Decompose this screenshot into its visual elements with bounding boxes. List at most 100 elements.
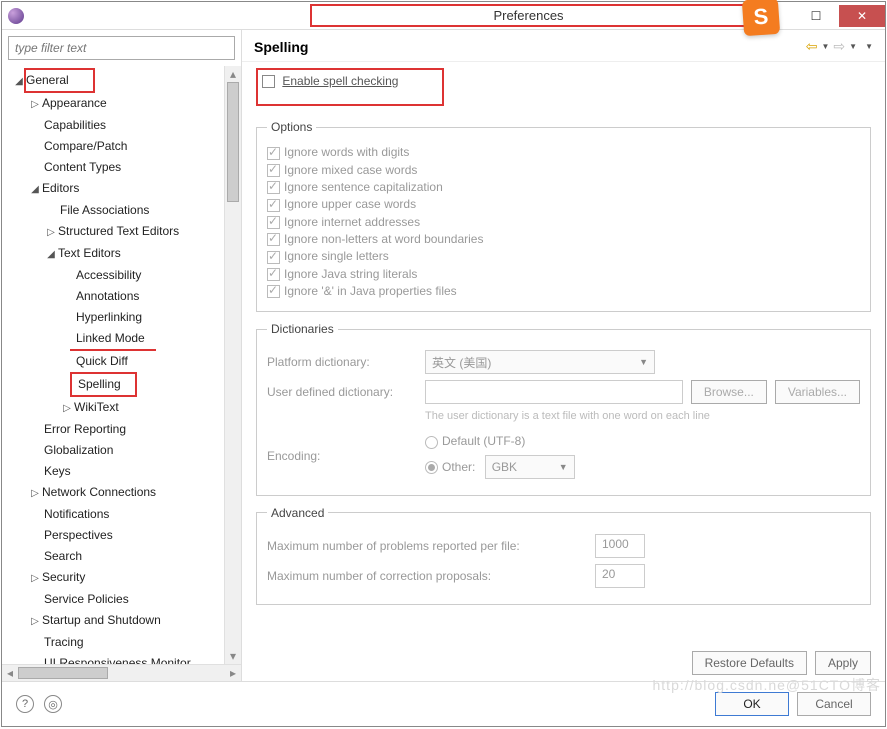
max-problems-label: Maximum number of problems reported per …	[267, 539, 587, 553]
ok-button[interactable]: OK	[715, 692, 789, 716]
opt-sentence-checkbox[interactable]	[267, 181, 280, 194]
opt-amp-checkbox[interactable]	[267, 285, 280, 298]
opt-mixed-label: Ignore mixed case words	[284, 163, 417, 177]
browse-button[interactable]: Browse...	[691, 380, 767, 404]
tree-globalization[interactable]: Globalization	[44, 443, 113, 457]
tree-linked-mode[interactable]: Linked Mode	[76, 331, 145, 345]
tree-struct-editors[interactable]: Structured Text Editors	[58, 224, 179, 238]
tree-compare[interactable]: Compare/Patch	[44, 139, 127, 153]
user-dict-input[interactable]	[425, 380, 683, 404]
opt-amp-label: Ignore '&' in Java properties files	[284, 284, 457, 298]
tree-general[interactable]: General	[26, 73, 69, 87]
user-dict-hint: The user dictionary is a text file with …	[425, 410, 860, 422]
chevron-down-icon: ▼	[559, 462, 568, 472]
opt-java-label: Ignore Java string literals	[284, 267, 417, 281]
tree-text-editors[interactable]: Text Editors	[58, 246, 121, 260]
chevron-down-icon: ▼	[639, 357, 648, 367]
help-icon[interactable]: ?	[16, 695, 34, 713]
tree-hyperlinking[interactable]: Hyperlinking	[76, 310, 142, 324]
enable-spell-checkbox[interactable]	[262, 75, 275, 88]
opt-nonletters-checkbox[interactable]	[267, 233, 280, 246]
nav-fwd-icon[interactable]: ⇨	[833, 38, 845, 55]
encoding-default-radio[interactable]	[425, 436, 438, 449]
tree-quick-diff[interactable]: Quick Diff	[76, 354, 128, 368]
window-title: Preferences	[310, 4, 747, 27]
advanced-group: Advanced Maximum number of problems repo…	[256, 506, 871, 605]
platform-dict-select[interactable]: 英文 (美国) ▼	[425, 350, 655, 374]
view-menu-icon[interactable]: ▼	[865, 42, 873, 51]
encoding-label: Encoding:	[267, 449, 417, 463]
tree-ui-responsiveness[interactable]: UI Responsiveness Monitor	[44, 656, 191, 664]
tree-perspectives[interactable]: Perspectives	[44, 528, 113, 542]
eclipse-icon	[8, 8, 24, 24]
opt-internet-label: Ignore internet addresses	[284, 215, 420, 229]
platform-dict-label: Platform dictionary:	[267, 355, 417, 369]
preferences-tree[interactable]: ◢General ▷Appearance Capabilities Compar…	[2, 66, 224, 664]
tree-hscrollbar[interactable]: ◂ ▸	[2, 664, 241, 681]
encoding-other-label: Other:	[442, 460, 475, 474]
tree-content-types[interactable]: Content Types	[44, 160, 121, 174]
tree-network[interactable]: Network Connections	[42, 485, 156, 499]
scroll-thumb-h[interactable]	[18, 667, 108, 679]
advanced-legend: Advanced	[267, 506, 328, 520]
tree-startup[interactable]: Startup and Shutdown	[42, 613, 161, 627]
tree-capabilities[interactable]: Capabilities	[44, 118, 106, 132]
tree-wikitext[interactable]: WikiText	[74, 400, 119, 414]
tree-spelling[interactable]: Spelling	[78, 377, 121, 391]
encoding-other-select[interactable]: GBK ▼	[485, 455, 575, 479]
tree-keys[interactable]: Keys	[44, 464, 71, 478]
encoding-default-label: Default (UTF-8)	[442, 434, 525, 448]
cancel-button[interactable]: Cancel	[797, 692, 871, 716]
max-problems-input[interactable]: 1000	[595, 534, 645, 558]
tree-tracing[interactable]: Tracing	[44, 635, 84, 649]
tree-service-policies[interactable]: Service Policies	[44, 592, 129, 606]
close-button[interactable]	[839, 5, 885, 27]
dictionaries-group: Dictionaries Platform dictionary: 英文 (美国…	[256, 322, 871, 495]
tree-search[interactable]: Search	[44, 549, 82, 563]
encoding-other-value: GBK	[492, 460, 517, 474]
tree-notifications[interactable]: Notifications	[44, 507, 109, 521]
encoding-other-radio[interactable]	[425, 461, 438, 474]
tree-error-reporting[interactable]: Error Reporting	[44, 422, 126, 436]
nav-back-icon[interactable]: ⇦	[806, 38, 818, 55]
nav-fwd-menu-icon[interactable]: ▼	[849, 42, 857, 51]
opt-internet-checkbox[interactable]	[267, 216, 280, 229]
options-legend: Options	[267, 120, 316, 134]
oomph-icon[interactable]: ◎	[44, 695, 62, 713]
apply-button[interactable]: Apply	[815, 651, 871, 675]
tree-appearance[interactable]: Appearance	[42, 96, 107, 110]
scroll-up-icon[interactable]: ▴	[230, 66, 236, 82]
tree-annotations[interactable]: Annotations	[76, 289, 139, 303]
opt-single-checkbox[interactable]	[267, 251, 280, 264]
filter-input[interactable]	[8, 36, 235, 60]
opt-digits-checkbox[interactable]	[267, 147, 280, 160]
page-title: Spelling	[254, 39, 806, 55]
platform-dict-value: 英文 (美国)	[432, 354, 491, 371]
opt-upper-label: Ignore upper case words	[284, 197, 416, 211]
preferences-window: Preferences ◢General ▷Appearance Capabil…	[1, 1, 886, 727]
dictionaries-legend: Dictionaries	[267, 322, 338, 336]
scroll-down-icon[interactable]: ▾	[230, 648, 236, 664]
maximize-button[interactable]	[793, 5, 839, 27]
tree-vscrollbar[interactable]: ▴ ▾	[224, 66, 241, 664]
variables-button[interactable]: Variables...	[775, 380, 860, 404]
tree-file-assoc[interactable]: File Associations	[60, 203, 149, 217]
opt-single-label: Ignore single letters	[284, 249, 389, 263]
sidebar: ◢General ▷Appearance Capabilities Compar…	[2, 30, 242, 681]
max-proposals-label: Maximum number of correction proposals:	[267, 569, 587, 583]
sogou-ime-badge: S	[742, 0, 780, 36]
opt-digits-label: Ignore words with digits	[284, 145, 409, 159]
opt-upper-checkbox[interactable]	[267, 199, 280, 212]
scroll-right-icon[interactable]: ▸	[225, 666, 241, 680]
tree-accessibility[interactable]: Accessibility	[76, 268, 141, 282]
restore-defaults-button[interactable]: Restore Defaults	[692, 651, 807, 675]
tree-editors[interactable]: Editors	[42, 181, 79, 195]
scroll-left-icon[interactable]: ◂	[2, 666, 18, 680]
max-proposals-input[interactable]: 20	[595, 564, 645, 588]
nav-back-menu-icon[interactable]: ▼	[822, 42, 830, 51]
user-dict-label: User defined dictionary:	[267, 385, 417, 399]
opt-java-checkbox[interactable]	[267, 268, 280, 281]
tree-security[interactable]: Security	[42, 570, 85, 584]
scroll-thumb[interactable]	[227, 82, 239, 202]
opt-mixed-checkbox[interactable]	[267, 164, 280, 177]
